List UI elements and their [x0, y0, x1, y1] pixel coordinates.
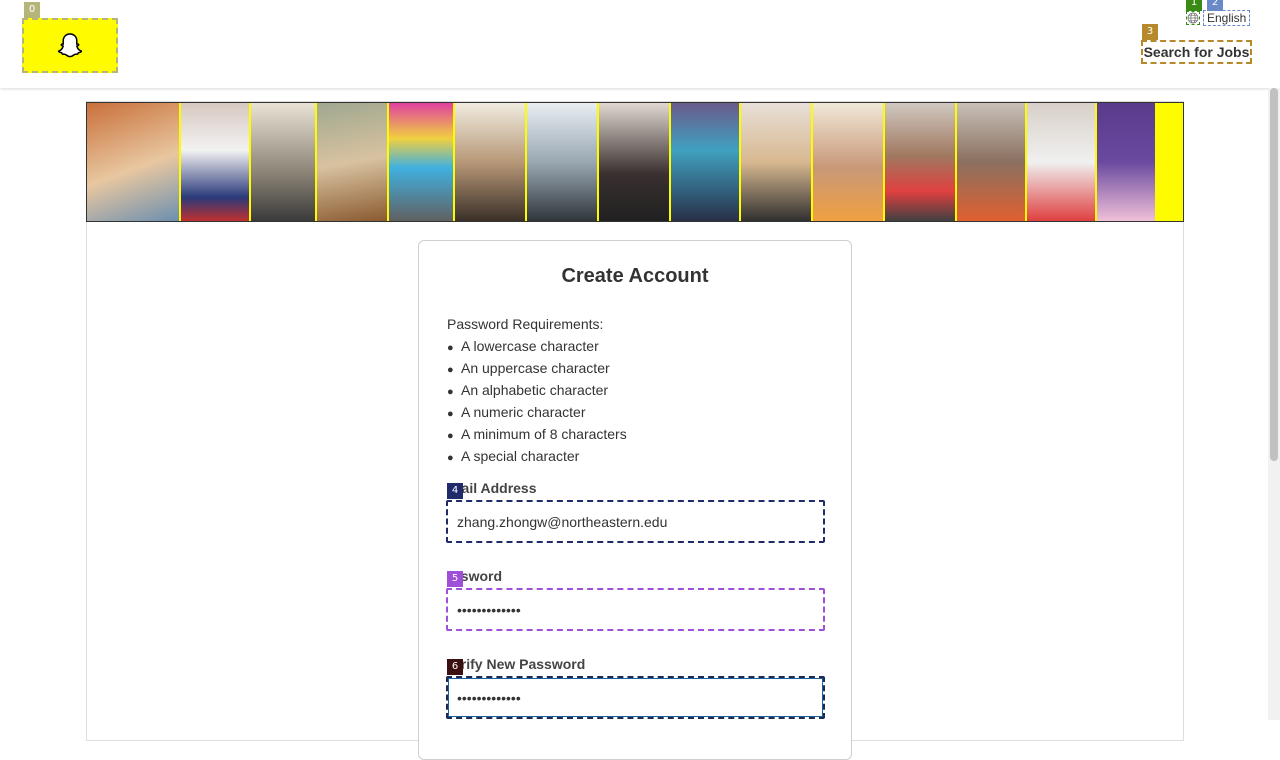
verify-password-label: erify New Password — [453, 656, 586, 672]
list-item: ● A special character — [447, 446, 627, 468]
password-requirements-title: Password Requirements: — [447, 316, 604, 332]
password-requirements-list: ● A lowercase character ● An uppercase cha… — [447, 336, 627, 468]
banner-photo — [389, 103, 455, 221]
banner-photo — [251, 103, 317, 221]
banner-photo — [317, 103, 389, 221]
banner-photo — [87, 103, 181, 221]
element-tag-1: 1 — [1186, 0, 1202, 11]
banner-photo — [181, 103, 251, 221]
scrollbar-thumb[interactable] — [1270, 88, 1278, 461]
banner-photo — [885, 103, 957, 221]
banner-photo — [455, 103, 527, 221]
requirement-text: A special character — [461, 448, 580, 464]
snapchat-logo-link[interactable] — [22, 18, 118, 73]
bullet-icon: ● — [447, 364, 454, 376]
language-selector[interactable]: English — [1186, 10, 1251, 26]
element-tag-2: 2 — [1207, 0, 1223, 11]
snapchat-ghost-icon — [57, 32, 83, 57]
globe-icon[interactable] — [1186, 11, 1200, 25]
search-for-jobs-link[interactable]: Search for Jobs — [1141, 40, 1252, 64]
email-label: nail Address — [453, 480, 537, 496]
password-field[interactable] — [446, 588, 825, 631]
element-tag-5: 5 — [447, 571, 463, 587]
requirement-text: An alphabetic character — [461, 382, 609, 398]
verify-password-field[interactable] — [446, 676, 825, 719]
banner-photo — [1157, 103, 1183, 221]
create-account-card: Create Account Password Requirements: ● A… — [418, 240, 852, 760]
top-navigation-bar: English Search for Jobs — [0, 0, 1280, 88]
requirement-text: An uppercase character — [461, 360, 610, 376]
language-label[interactable]: English — [1203, 10, 1251, 26]
banner-photo — [599, 103, 671, 221]
requirement-text: A numeric character — [461, 404, 586, 420]
list-item: ● An uppercase character — [447, 358, 627, 380]
element-tag-3: 3 — [1142, 24, 1158, 40]
page-scrollbar[interactable] — [1268, 88, 1280, 720]
list-item: ● A minimum of 8 characters — [447, 424, 627, 446]
bullet-icon: ● — [447, 408, 454, 420]
element-tag-0: 0 — [24, 2, 40, 18]
requirement-text: A lowercase character — [461, 338, 599, 354]
bullet-icon: ● — [447, 342, 454, 354]
page-title: Create Account — [561, 265, 709, 287]
banner-photo — [1027, 103, 1097, 221]
bullet-icon: ● — [447, 386, 454, 398]
banner-photo — [741, 103, 813, 221]
list-item: ● An alphabetic character — [447, 380, 627, 402]
banner-photo — [1097, 103, 1157, 221]
bullet-icon: ● — [447, 430, 454, 442]
list-item: ● A lowercase character — [447, 336, 627, 358]
element-tag-4: 4 — [447, 483, 463, 499]
banner-photo — [671, 103, 741, 221]
banner-photo — [527, 103, 599, 221]
list-item: ● A numeric character — [447, 402, 627, 424]
banner-photo — [813, 103, 885, 221]
team-photo-banner — [86, 102, 1184, 222]
requirement-text: A minimum of 8 characters — [461, 426, 627, 442]
bullet-icon: ● — [447, 452, 454, 464]
email-field[interactable] — [446, 500, 825, 543]
banner-photo — [957, 103, 1027, 221]
element-tag-6: 6 — [447, 659, 463, 675]
